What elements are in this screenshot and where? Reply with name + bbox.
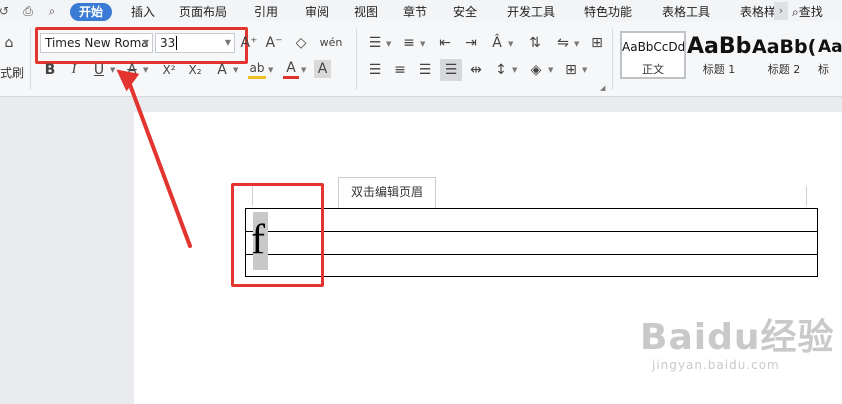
font-color-icon[interactable]: A [283,59,299,77]
line-spacing-icon[interactable]: Â [488,34,506,52]
font-color-bar [283,76,299,79]
chevron-down-icon[interactable]: ▼ [386,40,391,48]
tab-developer[interactable]: 开发工具 [507,3,555,21]
clear-format-icon[interactable]: ◇ [292,34,310,52]
tab-security[interactable]: 安全 [453,3,477,21]
style-name: 正文 [642,63,664,76]
chevron-down-icon[interactable]: ▼ [508,40,513,48]
style-heading-3[interactable]: Aa 标 [818,33,842,79]
chevron-down-icon[interactable]: ▼ [548,66,553,74]
text-effect-icon[interactable]: A [214,61,230,79]
table-border [245,276,818,277]
format-painter-label[interactable]: 式刷 [0,64,24,81]
chevron-down-icon[interactable]: ▼ [420,40,425,48]
search-icon: ⌕ [792,5,799,19]
character-shading-icon[interactable]: A [314,60,331,78]
style-heading-1[interactable]: AaBb 标题 1 [687,33,751,79]
paragraph-settings-icon[interactable]: ◢ [600,84,605,92]
chevron-down-icon[interactable]: ▼ [301,66,306,74]
table-border [245,254,818,255]
format-painter-icon[interactable]: ⌂ [0,34,18,52]
print-preview-icon[interactable]: ⌕ [44,3,60,19]
watermark-url: jingyan.baidu.com [652,358,780,372]
watermark-logo: Baidu经验 [640,317,835,358]
chevron-down-icon[interactable]: ▼ [512,66,517,74]
annotation-box-font [35,27,248,64]
paragraph-spacing-icon[interactable]: ↕ [492,61,510,79]
style-sample: Aa [818,37,842,57]
align-left-icon[interactable]: ☰ [366,61,384,79]
style-name: 标题 1 [702,63,736,76]
sort-icon[interactable]: ⇅ [526,34,544,52]
annotation-arrow [116,69,192,248]
show-hide-marks-icon[interactable]: ⇋ [554,34,572,52]
highlight-icon[interactable]: ab [248,59,266,77]
table-border [245,208,818,209]
bullet-list-icon[interactable]: ☰ [366,34,384,52]
distributed-align-icon[interactable]: ⇹ [466,61,486,79]
group-divider [612,28,613,90]
annotation-box-letter [231,183,324,287]
style-sample: AaBb( [752,36,816,58]
justify-icon[interactable]: ☰ [440,59,462,81]
underline-icon[interactable]: U [91,61,107,79]
margin-mark [806,186,807,206]
tab-page-layout[interactable]: 页面布局 [179,3,227,21]
search-button[interactable]: ⌕查找 [792,3,823,21]
style-normal[interactable]: AaBbCcDd 正文 [620,31,686,79]
tab-chapter[interactable]: 章节 [403,3,427,21]
header-edit-tooltip[interactable]: 双击编辑页眉 [338,177,436,209]
shading-icon[interactable]: ◈ [527,61,545,79]
undo-icon[interactable]: ↺ [0,3,12,19]
style-name: 标 [818,63,829,76]
numbered-list-icon[interactable]: ≡ [400,34,418,52]
chevron-down-icon[interactable]: ▼ [582,66,587,74]
shrink-font-icon[interactable]: A⁻ [265,34,283,52]
style-sample: AaBbCcDd [622,40,686,54]
tab-table-tools[interactable]: 表格工具 [662,3,710,21]
search-label: 查找 [798,5,823,19]
phonetic-guide-icon[interactable]: wén [318,34,344,52]
group-divider [356,28,357,90]
tab-insert[interactable]: 插入 [131,3,155,21]
watermark: Baidu经验 jingyan.baidu.com [640,317,835,373]
borders-icon[interactable]: ⊞ [562,61,580,79]
style-heading-2[interactable]: AaBb( 标题 2 [752,33,816,79]
tab-references[interactable]: 引用 [254,3,278,21]
table-border [245,231,818,232]
tab-view[interactable]: 视图 [354,3,378,21]
style-name: 标题 2 [767,63,801,76]
tab-review[interactable]: 审阅 [305,3,329,21]
tabs-more-button[interactable]: › [774,2,788,20]
align-center-icon[interactable]: ≡ [391,61,409,79]
print-icon[interactable]: ⎙ [20,3,36,19]
style-sample: AaBb [687,34,751,59]
table-border [817,208,818,277]
group-divider [30,28,31,90]
table-icon[interactable]: ⊞ [588,34,606,52]
ribbon-tab-bar: ↺ ⎙ ⌕ 开始 插入 页面布局 引用 审阅 视图 章节 安全 开发工具 特色功… [0,0,842,22]
align-right-icon[interactable]: ☰ [416,61,434,79]
decrease-indent-icon[interactable]: ⇤ [436,34,454,52]
chevron-down-icon[interactable]: ▼ [233,66,238,74]
chevron-down-icon[interactable]: ▼ [268,66,273,74]
increase-indent-icon[interactable]: ⇥ [462,34,480,52]
chevron-down-icon[interactable]: ▼ [574,40,579,48]
tab-home[interactable]: 开始 [70,3,113,21]
grow-font-icon[interactable]: A⁺ [240,34,258,52]
highlight-color-bar [248,76,266,79]
tab-special-features[interactable]: 特色功能 [584,3,632,21]
italic-icon[interactable]: I [66,61,82,79]
bold-icon[interactable]: B [42,61,58,79]
tab-table-style[interactable]: 表格样 [740,3,774,21]
